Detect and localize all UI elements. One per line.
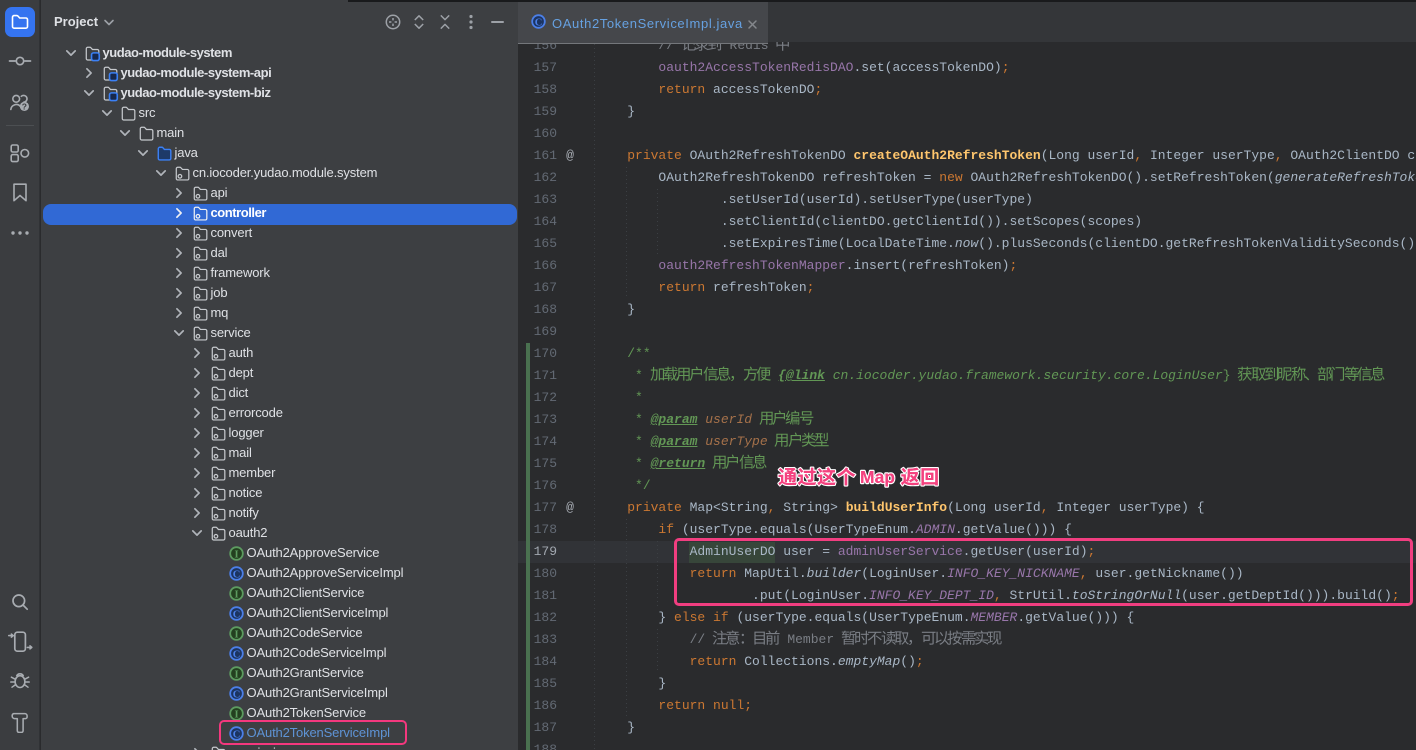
svg-text:I: I xyxy=(234,709,238,720)
svg-text:I: I xyxy=(234,549,238,560)
svg-text:C: C xyxy=(535,17,543,28)
svg-text:Map: Map xyxy=(860,467,895,487)
svg-text:I: I xyxy=(234,629,238,640)
svg-text:I: I xyxy=(234,669,238,680)
svg-text:I: I xyxy=(234,589,238,600)
svg-text:C: C xyxy=(233,649,241,660)
svg-text:C: C xyxy=(233,609,241,620)
svg-text:C: C xyxy=(233,689,241,700)
svg-text:C: C xyxy=(233,569,241,580)
svg-text:?: ? xyxy=(22,102,27,112)
